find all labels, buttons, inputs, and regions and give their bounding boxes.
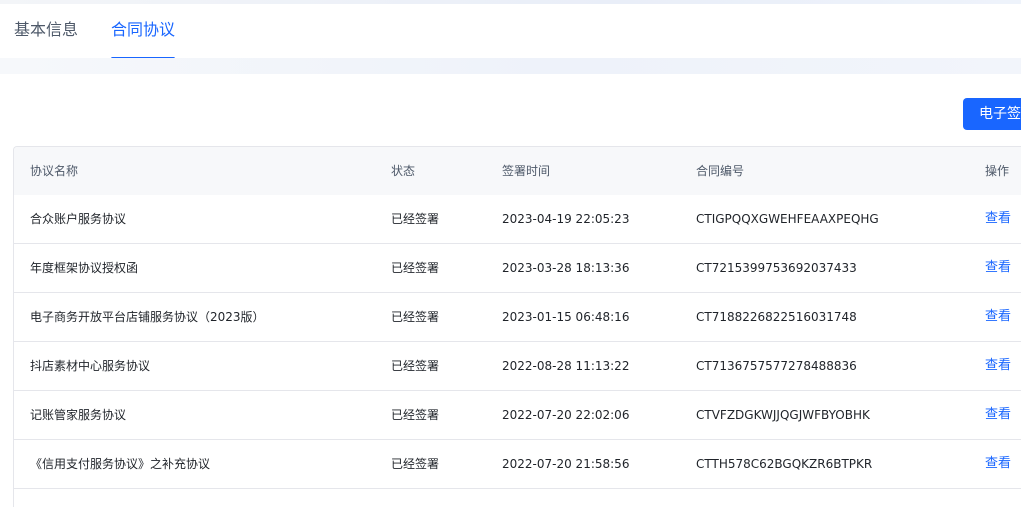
view-link[interactable]: 查看 bbox=[985, 195, 1011, 243]
cell-sign-time: 2022-07-20 22:02:06 bbox=[502, 408, 630, 422]
cell-status: 已经签署 bbox=[391, 457, 440, 471]
view-link[interactable]: 查看 bbox=[985, 293, 1011, 341]
cell-sign-time: 2022-07-20 21:58:56 bbox=[502, 457, 630, 471]
cell-name: 电子商务开放平台店铺服务协议（2023版） bbox=[30, 310, 265, 324]
cell-contract-id: CTVFZDGKWJJQGJWFBYOBHK bbox=[696, 408, 870, 422]
contracts-table: 协议名称 状态 签署时间 合同编号 操作 合众账户服务协议 已经签署 2023-… bbox=[13, 146, 1021, 507]
header-name: 协议名称 bbox=[30, 164, 79, 178]
cell-name: 年度框架协议授权函 bbox=[30, 261, 139, 275]
cell-contract-id: CT7215399753692037433 bbox=[696, 261, 857, 275]
cell-contract-id: CT7136757577278488836 bbox=[696, 359, 857, 373]
table-row: 记账管家服务协议 已经签署 2022-07-20 22:02:06 CTVFZD… bbox=[14, 391, 1021, 440]
tab-bar: 基本信息 合同协议 bbox=[0, 4, 1021, 60]
cell-contract-id: CT7188226822516031748 bbox=[696, 310, 857, 324]
cell-sign-time: 2023-01-15 06:48:16 bbox=[502, 310, 630, 324]
header-actions: 操作 bbox=[985, 164, 1010, 178]
section-divider bbox=[0, 58, 1021, 74]
cell-status: 已经签署 bbox=[391, 212, 440, 226]
table-row: 抖店素材中心服务协议 已经签署 2022-08-28 11:13:22 CT71… bbox=[14, 342, 1021, 391]
view-link[interactable]: 查看 bbox=[985, 342, 1011, 390]
cell-status: 已经签署 bbox=[391, 408, 440, 422]
cell-name: 抖店素材中心服务协议 bbox=[30, 359, 151, 373]
cell-name: 记账管家服务协议 bbox=[30, 408, 127, 422]
view-link[interactable]: 查看 bbox=[985, 391, 1011, 439]
view-link[interactable]: 查看 bbox=[985, 244, 1011, 292]
table-row: 合众账户服务协议 已经签署 2023-04-19 22:05:23 CTIGPQ… bbox=[14, 195, 1021, 244]
cell-name: 《信用支付服务协议》之补充协议 bbox=[30, 457, 211, 471]
header-sign-time: 签署时间 bbox=[502, 164, 551, 178]
table-row: 《信用支付服务协议》之补充协议 已经签署 2022-07-20 21:58:56… bbox=[14, 440, 1021, 489]
table-row: 年度框架协议授权函 已经签署 2023-03-28 18:13:36 CT721… bbox=[14, 244, 1021, 293]
e-sign-button[interactable]: 电子签 bbox=[963, 98, 1021, 130]
cell-sign-time: 2022-08-28 11:13:22 bbox=[502, 359, 630, 373]
cell-status: 已经签署 bbox=[391, 359, 440, 373]
table-row: 电子商务开放平台店铺服务协议（2023版） 已经签署 2023-01-15 06… bbox=[14, 293, 1021, 342]
header-contract-id: 合同编号 bbox=[696, 164, 745, 178]
cell-status: 已经签署 bbox=[391, 310, 440, 324]
cell-sign-time: 2023-03-28 18:13:36 bbox=[502, 261, 630, 275]
cell-contract-id: CTTH578C62BGQKZR6BTPKR bbox=[696, 457, 873, 471]
cell-sign-time: 2023-04-19 22:05:23 bbox=[502, 212, 630, 226]
view-link[interactable]: 查看 bbox=[985, 440, 1011, 488]
cell-contract-id: CTIGPQQXGWEHFEAAXPEQHG bbox=[696, 212, 879, 226]
tab-basic-info[interactable]: 基本信息 bbox=[14, 18, 78, 42]
table-header: 协议名称 状态 签署时间 合同编号 操作 bbox=[14, 147, 1021, 195]
cell-status: 已经签署 bbox=[391, 261, 440, 275]
tab-contracts[interactable]: 合同协议 bbox=[111, 18, 175, 42]
cell-name: 合众账户服务协议 bbox=[30, 212, 127, 226]
header-status: 状态 bbox=[391, 164, 416, 178]
